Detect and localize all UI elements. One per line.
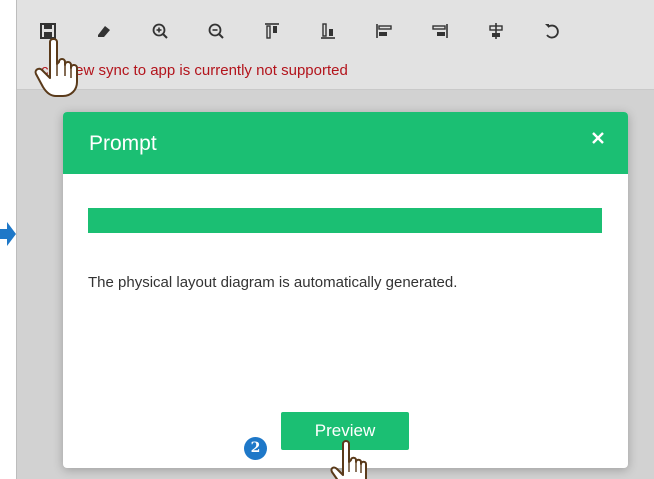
hand-pointer-icon	[330, 440, 367, 479]
arrow-right-icon	[0, 222, 16, 246]
toolbar: cal view sync to app is currently not su…	[17, 0, 654, 90]
eraser-icon	[98, 26, 110, 37]
dialog-header: Prompt	[63, 112, 628, 174]
undo-button[interactable]	[539, 18, 565, 44]
zoom-out-button[interactable]	[203, 18, 229, 44]
align-left-button[interactable]	[371, 18, 397, 44]
step-badge: 2	[244, 437, 267, 460]
progress-bar	[88, 208, 602, 233]
align-center-button[interactable]	[483, 18, 509, 44]
dialog-title: Prompt	[89, 132, 157, 155]
hand-pointer-icon	[34, 38, 78, 97]
close-icon[interactable]	[588, 128, 608, 148]
align-top-icon	[265, 23, 279, 39]
align-right-icon	[432, 24, 448, 38]
undo-icon	[545, 24, 559, 39]
align-bottom-icon	[321, 23, 335, 39]
sync-warning-text: cal view sync to app is currently not su…	[41, 62, 348, 79]
progress-bar-fill	[88, 208, 602, 233]
align-left-icon	[376, 24, 392, 38]
align-bottom-button[interactable]	[315, 18, 341, 44]
toolbar-tools	[35, 18, 565, 44]
align-center-icon	[489, 23, 503, 39]
dialog-message: The physical layout diagram is automatic…	[88, 274, 458, 291]
zoom-in-button[interactable]	[147, 18, 173, 44]
eraser-button[interactable]	[91, 18, 117, 44]
zoom-out-icon	[208, 23, 224, 39]
align-right-button[interactable]	[427, 18, 453, 44]
align-top-button[interactable]	[259, 18, 285, 44]
prompt-dialog: Prompt The physical layout diagram is au…	[63, 112, 628, 468]
zoom-in-icon	[152, 23, 168, 39]
